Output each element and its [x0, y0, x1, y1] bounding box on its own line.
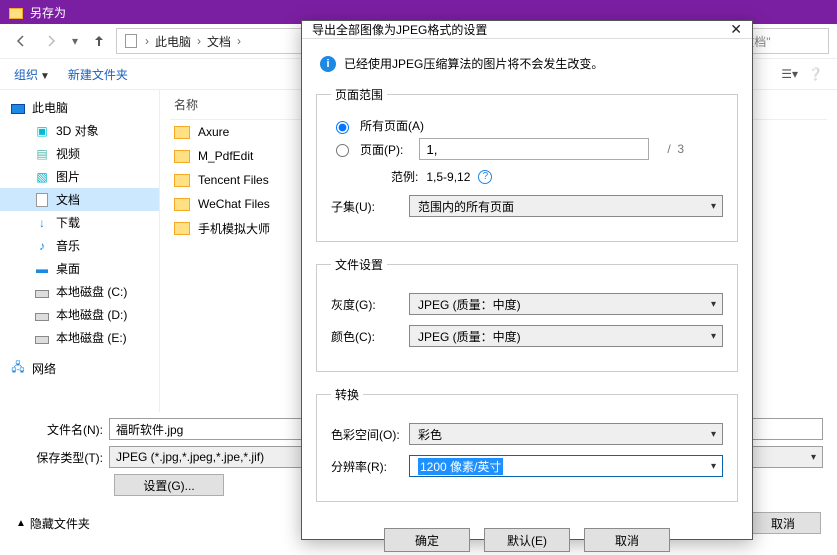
new-folder-button[interactable]: 新建文件夹 [68, 66, 128, 83]
all-pages-label: 所有页面(A) [360, 117, 424, 134]
music-icon: ♪ [34, 238, 50, 254]
pages-label: 页面(P): [360, 141, 403, 158]
folder-tree: 此电脑 ▣3D 对象 ▤视频 ▧图片 文档 ↓下载 ♪音乐 ▬桌面 本地磁盘 (… [0, 90, 160, 412]
info-icon: i [320, 56, 336, 72]
pages-radio[interactable] [336, 144, 349, 157]
window-title: 另存为 [30, 4, 66, 21]
nav-up-button[interactable] [86, 28, 112, 54]
help-icon[interactable]: ? [478, 170, 492, 184]
nav-forward-button[interactable] [38, 28, 64, 54]
breadcrumb-docs[interactable]: 文档 [207, 33, 231, 50]
tree-music[interactable]: ♪音乐 [0, 234, 159, 257]
picture-icon: ▧ [34, 169, 50, 185]
settings-button[interactable]: 设置(G)... [114, 474, 224, 496]
breadcrumb-thispc[interactable]: 此电脑 [155, 33, 191, 50]
gray-label: 灰度(G): [331, 296, 409, 313]
subset-label: 子集(U): [331, 198, 409, 215]
drive-icon [34, 330, 50, 346]
file-settings-legend: 文件设置 [331, 256, 387, 273]
tree-desktop[interactable]: ▬桌面 [0, 257, 159, 280]
tree-documents[interactable]: 文档 [0, 188, 159, 211]
folder-icon [8, 4, 24, 20]
colorspace-combo[interactable]: 彩色 [409, 423, 723, 445]
dialog-close-button[interactable]: ✕ [730, 21, 742, 38]
file-settings-group: 文件设置 灰度(G): JPEG (质量：中度) 颜色(C): JPEG (质量… [316, 256, 738, 372]
nav-history-dropdown[interactable]: ▾ [68, 28, 82, 54]
pages-total: / 3 [667, 142, 684, 156]
example-label: 范例: [391, 168, 418, 185]
info-text: 已经使用JPEG压缩算法的图片将不会发生改变。 [344, 55, 603, 72]
convert-group: 转换 色彩空间(O): 彩色 分辨率(R): 1200 像素/英寸 [316, 386, 738, 502]
tree-3dobjects[interactable]: ▣3D 对象 [0, 119, 159, 142]
hide-folders-link[interactable]: ▲ 隐藏文件夹 [16, 515, 90, 532]
all-pages-radio[interactable] [336, 121, 349, 134]
resolution-combo[interactable]: 1200 像素/英寸 [409, 455, 723, 477]
tree-drive-e[interactable]: 本地磁盘 (E:) [0, 326, 159, 349]
savetype-label: 保存类型(T): [14, 449, 109, 466]
tree-drive-d[interactable]: 本地磁盘 (D:) [0, 303, 159, 326]
ok-button[interactable]: 确定 [384, 528, 470, 552]
gray-combo[interactable]: JPEG (质量：中度) [409, 293, 723, 315]
defaults-button[interactable]: 默认(E) [484, 528, 570, 552]
color-label: 颜色(C): [331, 328, 409, 345]
chevron-right-icon: › [197, 34, 201, 48]
folder-icon [174, 124, 190, 140]
nav-back-button[interactable] [8, 28, 34, 54]
view-options-button[interactable]: ☰▾ [781, 67, 798, 81]
monitor-icon [10, 100, 26, 116]
tree-pictures[interactable]: ▧图片 [0, 165, 159, 188]
help-button[interactable]: ❔ [808, 67, 823, 81]
organize-button[interactable]: 组织▼ [14, 66, 50, 83]
drive-icon [34, 307, 50, 323]
chevron-up-icon: ▲ [16, 518, 26, 529]
tree-videos[interactable]: ▤视频 [0, 142, 159, 165]
network-icon: 🖧 [10, 361, 26, 377]
folder-icon [174, 221, 190, 237]
export-settings-dialog: 导出全部图像为JPEG格式的设置 ✕ i 已经使用JPEG压缩算法的图片将不会发… [301, 20, 753, 540]
folder-icon [174, 196, 190, 212]
desktop-icon: ▬ [34, 261, 50, 277]
example-value: 1,5-9,12 [426, 170, 470, 184]
breadcrumb-root-icon [123, 33, 139, 49]
folder-icon [174, 148, 190, 164]
chevron-right-icon: › [145, 34, 149, 48]
pages-input[interactable] [419, 138, 649, 160]
subset-combo[interactable]: 范围内的所有页面 [409, 195, 723, 217]
cancel-button[interactable]: 取消 [745, 512, 821, 534]
film-icon: ▤ [34, 146, 50, 162]
dialog-title: 导出全部图像为JPEG格式的设置 [312, 21, 487, 38]
convert-legend: 转换 [331, 386, 363, 403]
filename-label: 文件名(N): [14, 421, 109, 438]
color-combo[interactable]: JPEG (质量：中度) [409, 325, 723, 347]
document-icon [34, 192, 50, 208]
drive-icon [34, 284, 50, 300]
page-range-legend: 页面范围 [331, 86, 387, 103]
cube-icon: ▣ [34, 123, 50, 139]
dialog-cancel-button[interactable]: 取消 [584, 528, 670, 552]
tree-network[interactable]: 🖧网络 [0, 357, 159, 380]
resolution-label: 分辨率(R): [331, 458, 409, 475]
folder-icon [174, 172, 190, 188]
colorspace-label: 色彩空间(O): [331, 426, 409, 443]
tree-drive-c[interactable]: 本地磁盘 (C:) [0, 280, 159, 303]
tree-thispc[interactable]: 此电脑 [0, 96, 159, 119]
download-icon: ↓ [34, 215, 50, 231]
page-range-group: 页面范围 所有页面(A) 页面(P): / 3 范例: 1,5-9,12 ? 子… [316, 86, 738, 242]
tree-downloads[interactable]: ↓下载 [0, 211, 159, 234]
chevron-right-icon: › [237, 34, 241, 48]
